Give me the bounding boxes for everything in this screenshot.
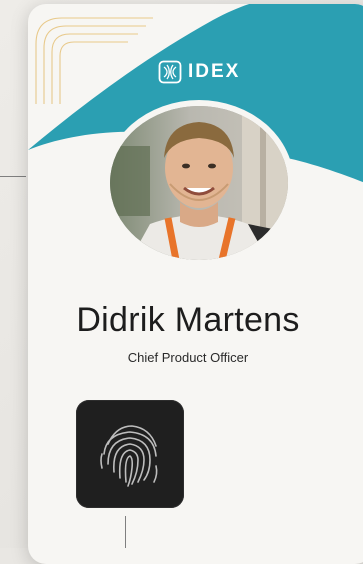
fingerprint-icon [100, 425, 158, 487]
id-badge-card: IDEX Didrik Martens Chief Product Office… [28, 4, 363, 564]
fingerprint-sensor[interactable] [76, 400, 184, 508]
guide-line-bottom [125, 516, 126, 548]
idex-logo-icon [158, 60, 182, 84]
person-title: Chief Product Officer [127, 350, 249, 365]
decorative-corner-lines [35, 17, 153, 104]
person-name: Didrik Martens [76, 301, 300, 339]
profile-photo [110, 106, 288, 260]
guide-line-left [0, 176, 26, 177]
brand-name: IDEX [188, 61, 241, 82]
photo-frame [104, 100, 294, 266]
brand-logo: IDEX [158, 60, 240, 84]
background-scene: IDEX Didrik Martens Chief Product Office… [0, 0, 363, 564]
